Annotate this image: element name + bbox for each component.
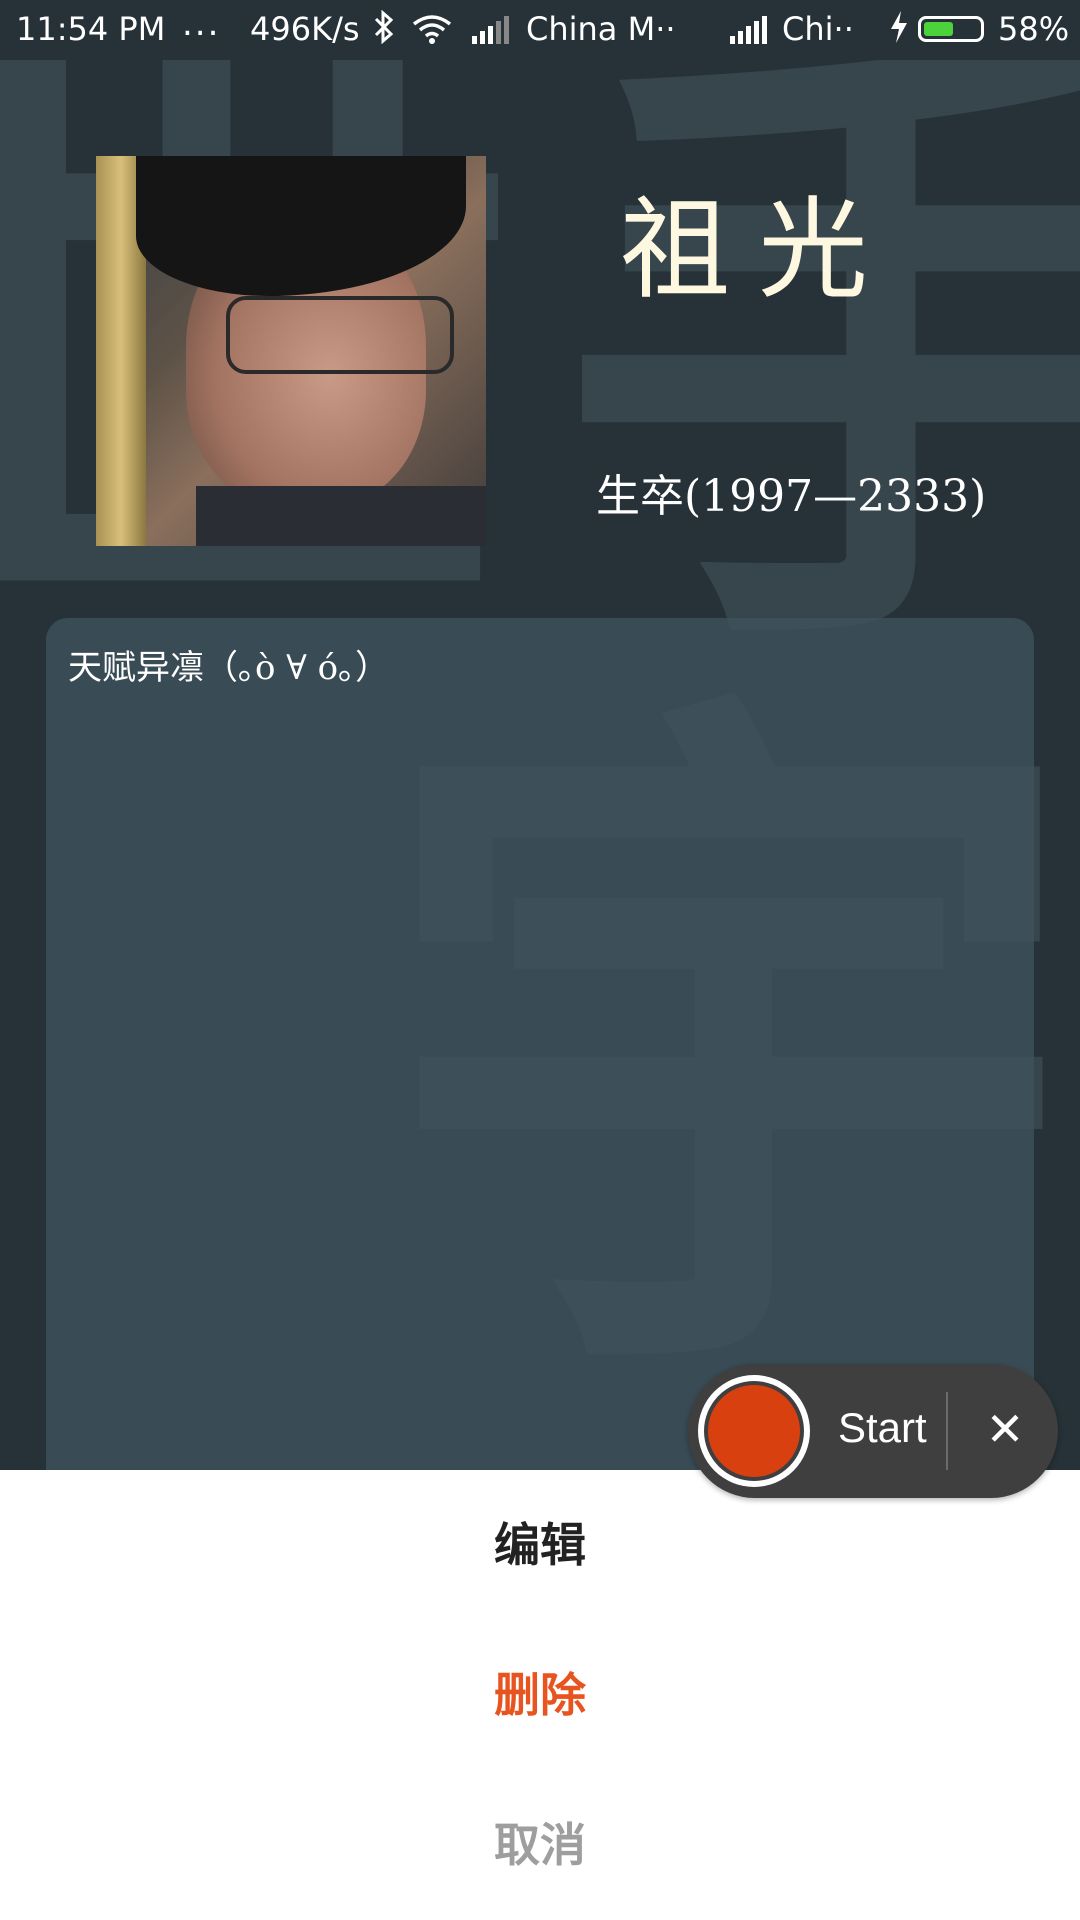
recorder-divider [946, 1392, 948, 1470]
action-sheet: 编辑 删除 取消 [0, 1470, 1080, 1920]
life-dates: 生卒(1997—2333) [596, 471, 987, 522]
screen: 11:54 PM ... 496K/s China M·· Chi·· 58% … [0, 0, 1080, 1920]
signal-icon-sim1 [470, 14, 510, 52]
delete-button[interactable]: 删除 [0, 1620, 1080, 1770]
close-icon[interactable]: ✕ [970, 1394, 1040, 1464]
record-start-button[interactable]: Start [838, 1404, 927, 1452]
bluetooth-icon [372, 9, 396, 52]
battery-percent: 58% [998, 10, 1070, 48]
battery-level [924, 22, 953, 36]
status-time: 11:54 PM [16, 10, 166, 48]
screen-recorder-widget: Start ✕ [688, 1364, 1058, 1498]
network-speed: 496K/s [250, 10, 360, 48]
carrier-sim2: Chi·· [782, 10, 854, 48]
profile-area: 世 手 宇 祖光 生卒(1997—2333) 天赋异凛（｡ò ∀ ó｡） [0, 60, 1080, 1470]
carrier-sim1: China M·· [526, 10, 676, 48]
avatar-photo-shirt [196, 486, 486, 546]
battery-icon [918, 16, 984, 42]
charging-icon [888, 10, 910, 52]
wifi-icon [412, 14, 452, 52]
bio-text: 天赋异凛（｡ò ∀ ó｡） [68, 648, 390, 688]
background-glyph: 手 [560, 60, 1080, 722]
avatar-photo-glasses [226, 296, 454, 374]
more-notifications-icon: ... [182, 4, 221, 44]
signal-icon-sim2 [728, 14, 768, 52]
avatar-photo-hair [136, 156, 466, 296]
bio-card: 天赋异凛（｡ò ∀ ó｡） [46, 618, 1034, 1470]
record-button[interactable] [698, 1375, 810, 1487]
avatar-photo[interactable] [96, 156, 486, 546]
record-dot-icon [708, 1385, 800, 1477]
person-name: 祖光 [620, 186, 896, 314]
cancel-button[interactable]: 取消 [0, 1770, 1080, 1920]
status-bar: 11:54 PM ... 496K/s China M·· Chi·· 58% [0, 0, 1080, 60]
